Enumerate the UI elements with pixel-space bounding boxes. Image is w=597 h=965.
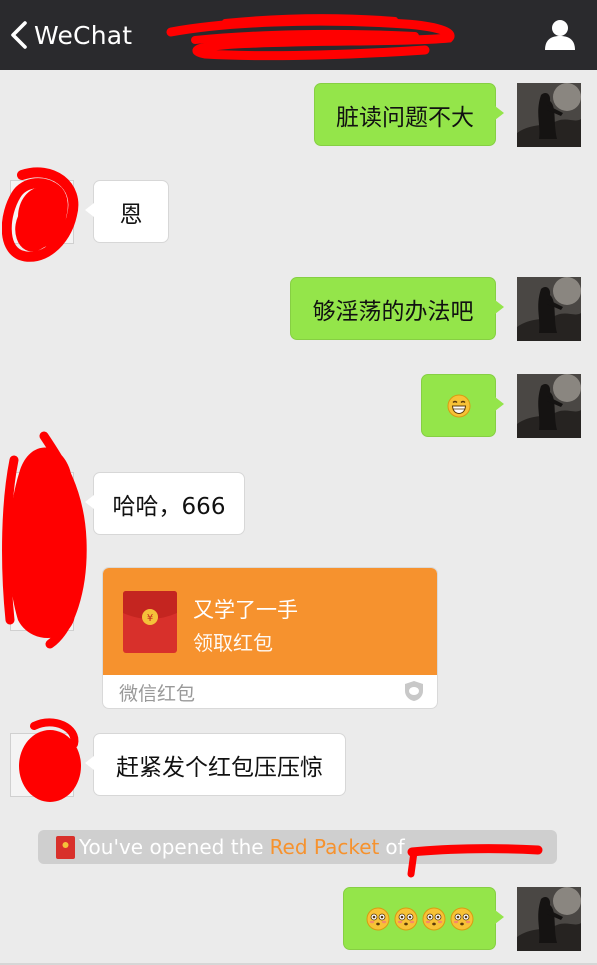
wechat-pay-icon [405,681,423,701]
red-packet-card[interactable]: ¥ 又学了一手 领取红包 微信红包 [102,567,438,709]
avatar-image [517,277,581,341]
outgoing-emoji-bubble[interactable] [343,887,504,950]
outgoing-message-bubble[interactable]: 够淫荡的办法吧 [290,277,504,340]
incoming-message-bubble[interactable]: 赶紧发个红包压压惊 [85,733,346,796]
outgoing-message-bubble[interactable]: 脏读问题不大 [314,83,504,146]
avatar-redaction [2,431,87,649]
red-packet-link[interactable]: Red Packet [270,835,380,859]
contact-name-redaction [166,14,455,61]
system-notice-prefix: You've opened the [79,835,264,859]
flushed-face-icon [366,907,390,931]
avatar-image [517,887,581,951]
svg-text:¥: ¥ [147,613,153,624]
avatar-redaction [2,167,79,262]
chevron-left-icon [11,21,27,49]
flushed-face-icon [422,907,446,931]
red-packet-title: 又学了一手 [193,598,298,622]
top-navigation-bar: WeChat [0,0,597,70]
message-text: 脏读问题不大 [336,104,474,131]
avatar-image [517,374,581,438]
avatar-redaction [19,718,81,802]
incoming-message-bubble[interactable]: 哈哈，666 [85,472,245,535]
sender-name-redaction [407,844,543,878]
my-avatar[interactable] [517,887,581,951]
flushed-face-icon [394,907,418,931]
back-button[interactable]: WeChat [8,18,132,52]
my-avatar[interactable] [517,277,581,341]
red-packet-icon [56,835,75,859]
avatar-image [517,83,581,147]
red-packet-footer: 微信红包 [119,683,196,705]
message-text: 哈哈，666 [112,493,226,520]
flushed-face-icon [450,907,474,931]
incoming-message-bubble[interactable]: 恩 [85,180,169,243]
back-label: WeChat [34,20,133,50]
contact-profile-icon[interactable] [543,17,577,51]
my-avatar[interactable] [517,374,581,438]
grinning-face-icon [447,394,471,418]
message-text: 够淫荡的办法吧 [312,298,474,325]
outgoing-emoji-bubble[interactable] [421,374,504,437]
my-avatar[interactable] [517,83,581,147]
message-text: 赶紧发个红包压压惊 [116,754,323,781]
red-packet-action: 领取红包 [193,631,273,655]
red-envelope-icon: ¥ [123,591,177,653]
message-text: 恩 [119,201,143,228]
